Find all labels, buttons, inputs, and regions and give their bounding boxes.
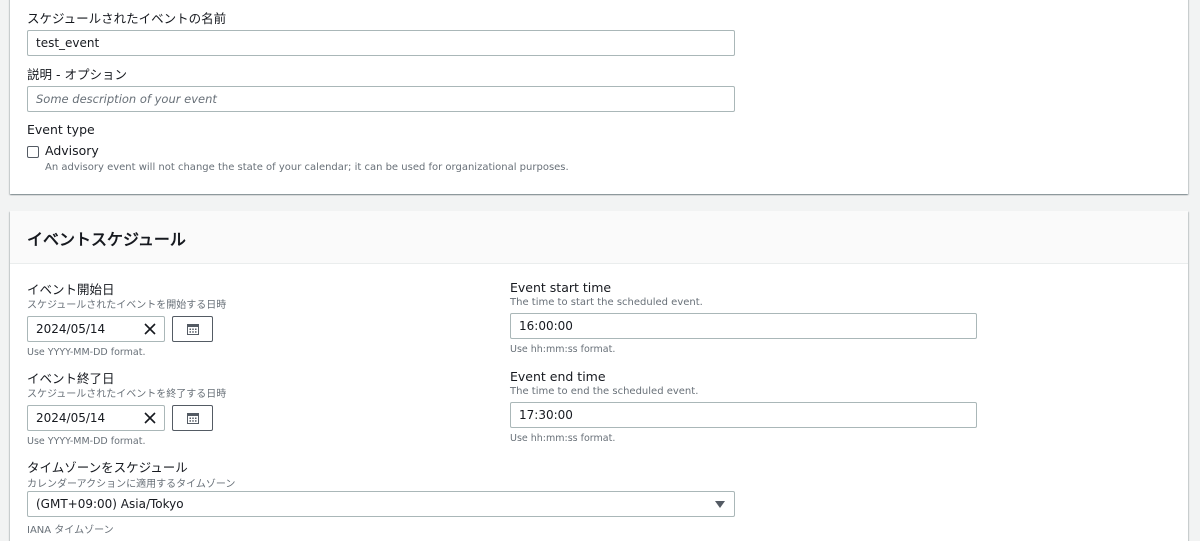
event-name-label: スケジュールされたイベントの名前 <box>27 11 227 26</box>
start-date-constraint: Use YYYY-MM-DD format. <box>27 347 146 358</box>
event-details-panel: スケジュールされたイベントの名前 test_event 説明 - オプション S… <box>10 0 1188 194</box>
description-label: 説明 - オプション <box>27 67 127 82</box>
description-input[interactable]: Some description of your event <box>27 86 735 112</box>
advisory-label[interactable]: Advisory <box>45 143 99 158</box>
event-type-label: Event type <box>27 122 95 137</box>
start-date-description: スケジュールされたイベントを開始する日時 <box>27 300 227 311</box>
end-date-input[interactable]: 2024/05/14 <box>27 405 165 431</box>
caret-down-icon <box>715 501 725 508</box>
end-date-value: 2024/05/14 <box>36 411 106 425</box>
timezone-select[interactable]: (GMT+09:00) Asia/Tokyo <box>27 491 735 517</box>
start-date-calendar-button[interactable] <box>172 316 213 342</box>
end-date-constraint: Use YYYY-MM-DD format. <box>27 436 146 447</box>
clear-icon[interactable] <box>144 323 156 335</box>
start-time-input[interactable]: 16:00:00 <box>510 313 977 339</box>
end-time-constraint: Use hh:mm:ss format. <box>510 433 616 444</box>
start-time-label: Event start time <box>510 280 612 295</box>
end-time-description: The time to end the scheduled event. <box>510 386 699 397</box>
start-date-input[interactable]: 2024/05/14 <box>27 316 165 342</box>
clear-icon[interactable] <box>144 412 156 424</box>
event-schedule-panel: イベントスケジュール イベント開始日 スケジュールされたイベントを開始する日時 … <box>10 211 1188 541</box>
advisory-description: An advisory event will not change the st… <box>45 162 569 173</box>
timezone-value: (GMT+09:00) Asia/Tokyo <box>36 497 184 511</box>
end-time-label: Event end time <box>510 369 606 384</box>
calendar-icon <box>187 324 199 335</box>
end-date-calendar-button[interactable] <box>172 405 213 431</box>
timezone-description: カレンダーアクションに適用するタイムゾーン <box>27 479 236 490</box>
start-time-description: The time to start the scheduled event. <box>510 297 703 308</box>
calendar-icon <box>187 413 199 424</box>
start-time-constraint: Use hh:mm:ss format. <box>510 344 616 355</box>
timezone-label: タイムゾーンをスケジュール <box>27 460 188 475</box>
timezone-constraint: IANA タイムゾーン <box>27 525 114 536</box>
section-title: イベントスケジュール <box>27 230 186 249</box>
end-date-description: スケジュールされたイベントを終了する日時 <box>27 389 227 400</box>
end-time-input[interactable]: 17:30:00 <box>510 402 977 428</box>
start-date-value: 2024/05/14 <box>36 322 106 336</box>
advisory-checkbox[interactable] <box>27 146 39 158</box>
event-name-input[interactable]: test_event <box>27 30 735 56</box>
section-header: イベントスケジュール <box>10 211 1188 264</box>
